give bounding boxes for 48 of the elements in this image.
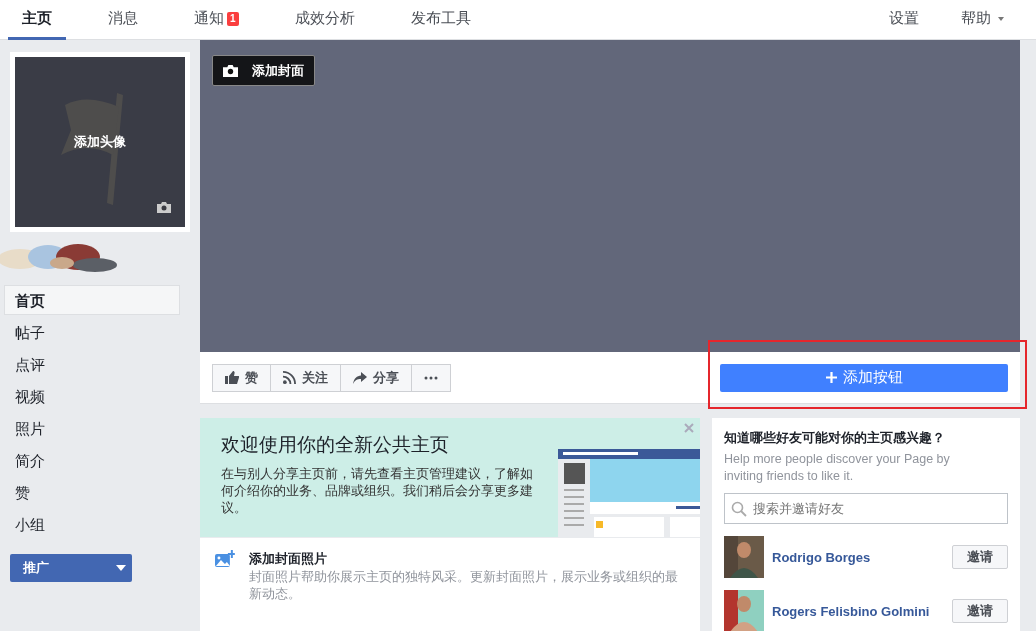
camera-icon xyxy=(157,202,171,213)
add-button[interactable]: 添加按钮 xyxy=(720,363,1008,392)
caret-icon xyxy=(116,565,126,571)
more-icon xyxy=(424,375,438,380)
nav-tab[interactable]: 主页 xyxy=(8,0,66,40)
share-arrow-icon xyxy=(353,371,367,384)
nav-link[interactable]: 帮助 xyxy=(947,0,1018,40)
plus-icon xyxy=(825,372,837,383)
search-icon xyxy=(731,501,747,517)
add-image-icon xyxy=(215,550,235,568)
camera-icon xyxy=(223,64,238,77)
close-icon[interactable] xyxy=(684,423,694,433)
nav-tab[interactable]: 成效分析 xyxy=(280,0,369,40)
invite-subtitle: Help more people discover your Page by inviting friends to like it. xyxy=(724,451,951,485)
welcome-text: 在与别人分享主页前，请先查看主页管理建议，了解如何介绍你的业务、品牌或组织。我们稍后会分享更多建议。 xyxy=(221,466,534,517)
nav-tab[interactable]: 消息 xyxy=(94,0,152,40)
profile-photo[interactable]: 添加头像 xyxy=(10,52,190,232)
action-button[interactable]: 分享 xyxy=(340,363,412,392)
nav-link[interactable]: 设置 xyxy=(875,0,933,40)
promote-button[interactable]: 推广 xyxy=(10,554,132,582)
task-title[interactable]: 添加封面照片 xyxy=(248,550,685,568)
nav-tab[interactable]: 发布工具 xyxy=(396,0,485,40)
nav-tab[interactable]: 通知 1 xyxy=(180,0,253,40)
friend-name[interactable]: Rogers Felisbino Golmini xyxy=(772,603,952,619)
thumbs-up-icon xyxy=(225,371,239,384)
action-button[interactable]: 赞 xyxy=(212,363,271,392)
sidebar-item[interactable]: 视频 xyxy=(4,381,180,411)
sidebar-item[interactable]: 照片 xyxy=(4,413,180,443)
action-button[interactable]: 关注 xyxy=(270,363,341,392)
notification-badge: 1 xyxy=(227,11,239,26)
sidebar-item[interactable]: 赞 xyxy=(4,477,180,507)
invite-title: 知道哪些好友可能对你的主页感兴趣？ xyxy=(724,430,946,447)
invite-button[interactable]: 邀请 xyxy=(952,599,1008,623)
sidebar-item[interactable]: 简介 xyxy=(4,445,180,475)
rss-icon xyxy=(283,371,296,384)
invite-button[interactable]: 邀请 xyxy=(952,545,1008,569)
friend-name[interactable]: Rodrigo Borges xyxy=(772,549,952,565)
sidebar-item[interactable]: 小组 xyxy=(4,509,180,539)
sidebar-item[interactable]: 帖子 xyxy=(4,317,180,347)
search-field[interactable]: 搜索并邀请好友 xyxy=(724,493,1008,524)
sidebar-item[interactable]: 点评 xyxy=(4,349,180,379)
sidebar-item[interactable]: 首页 xyxy=(4,285,180,315)
action-button[interactable] xyxy=(411,363,451,392)
caret-icon xyxy=(998,16,1004,21)
add-cover-button[interactable]: 添加封面 xyxy=(212,55,315,86)
task-description: 封面照片帮助你展示主页的独特风采。更新封面照片，展示业务或组织的最新动态。 xyxy=(248,569,679,603)
welcome-title: 欢迎使用你的全新公共主页 xyxy=(221,433,450,457)
add-photo-label: 添加头像 xyxy=(74,133,126,151)
